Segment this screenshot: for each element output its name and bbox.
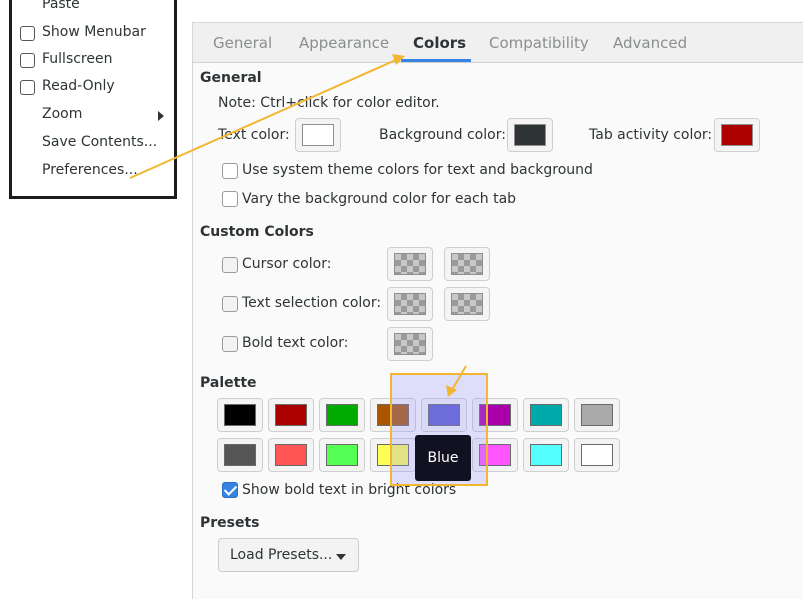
palette-normal-color-0-button[interactable]: [217, 398, 263, 432]
palette-normal-color-7-button[interactable]: [574, 398, 620, 432]
palette-normal-color-1-swatch: [275, 404, 307, 426]
palette-bright-color-6-button[interactable]: [523, 438, 569, 472]
tab-general[interactable]: General: [213, 34, 272, 52]
tab-colors[interactable]: Colors: [413, 34, 466, 52]
color-editor-note: Note: Ctrl+click for color editor.: [218, 95, 440, 111]
context-menu: Paste Show Menubar Fullscreen Read-Only …: [9, 0, 177, 199]
use-system-colors-label: Use system theme colors for text and bac…: [242, 162, 593, 178]
cursor-color-checkbox[interactable]: [222, 257, 238, 273]
presets-heading: Presets: [200, 515, 260, 531]
bold-color-checkbox[interactable]: [222, 336, 238, 352]
menu-item-label: Show Menubar: [42, 24, 146, 40]
palette-bright-color-7-button[interactable]: [574, 438, 620, 472]
preferences-panel: General Appearance Colors Compatibility …: [192, 22, 803, 599]
tab-appearance[interactable]: Appearance: [299, 34, 389, 52]
selection-background-swatch: [451, 293, 483, 315]
read-only-checkbox[interactable]: [20, 80, 35, 95]
custom-colors-heading: Custom Colors: [200, 224, 314, 240]
cursor-background-swatch: [451, 253, 483, 275]
palette-bright-color-1-button[interactable]: [268, 438, 314, 472]
bold-color-label: Bold text color:: [242, 335, 349, 351]
palette-normal-color-6-button[interactable]: [523, 398, 569, 432]
load-presets-label: Load Presets...: [230, 547, 333, 563]
palette-bright-color-0-swatch: [224, 444, 256, 466]
selection-foreground-swatch: [394, 293, 426, 315]
menu-item-label: Zoom: [42, 106, 83, 122]
color-tooltip: Blue: [415, 435, 471, 481]
palette-bright-color-6-swatch: [530, 444, 562, 466]
bold-color-button[interactable]: [387, 327, 433, 361]
palette-bright-color-0-button[interactable]: [217, 438, 263, 472]
background-color-swatch: [514, 124, 546, 146]
palette-normal-color-2-swatch: [326, 404, 358, 426]
use-system-colors-checkbox[interactable]: [222, 163, 238, 179]
menu-item-label: Fullscreen: [42, 51, 113, 67]
palette-normal-color-7-swatch: [581, 404, 613, 426]
cursor-foreground-swatch: [394, 253, 426, 275]
selection-color-checkbox[interactable]: [222, 296, 238, 312]
background-color-label: Background color:: [379, 127, 506, 143]
palette-bright-color-2-button[interactable]: [319, 438, 365, 472]
dropdown-caret-icon: [336, 554, 346, 560]
show-menubar-checkbox[interactable]: [20, 26, 35, 41]
active-tab-indicator: [401, 59, 471, 62]
menu-item-paste[interactable]: Paste: [12, 0, 174, 19]
menu-item-label: Save Contents...: [42, 134, 158, 150]
tab-activity-color-button[interactable]: [714, 118, 760, 152]
cursor-background-button[interactable]: [444, 247, 490, 281]
menu-item-label: Paste: [42, 0, 80, 12]
menu-item-zoom[interactable]: Zoom: [12, 102, 174, 129]
tab-bar: General Appearance Colors Compatibility …: [193, 23, 803, 63]
menu-item-preferences[interactable]: Preferences...: [12, 158, 174, 185]
submenu-arrow-icon: [158, 111, 164, 121]
tab-advanced[interactable]: Advanced: [613, 34, 687, 52]
cursor-foreground-button[interactable]: [387, 247, 433, 281]
text-color-label: Text color:: [218, 127, 290, 143]
palette-normal-color-0-swatch: [224, 404, 256, 426]
fullscreen-checkbox[interactable]: [20, 53, 35, 68]
tab-activity-color-swatch: [721, 124, 753, 146]
palette-heading: Palette: [200, 375, 257, 391]
menu-item-read-only[interactable]: Read-Only: [12, 74, 174, 101]
selection-background-button[interactable]: [444, 287, 490, 321]
menu-item-show-menubar[interactable]: Show Menubar: [12, 20, 174, 47]
palette-bright-color-2-swatch: [326, 444, 358, 466]
menu-item-label: Read-Only: [42, 78, 115, 94]
context-menu-body: Paste Show Menubar Fullscreen Read-Only …: [12, 0, 174, 196]
vary-background-label: Vary the background color for each tab: [242, 191, 517, 207]
background-color-button[interactable]: [507, 118, 553, 152]
selection-color-label: Text selection color:: [242, 295, 382, 311]
load-presets-button[interactable]: Load Presets...: [218, 538, 359, 572]
menu-item-save-contents[interactable]: Save Contents...: [12, 130, 174, 157]
palette-normal-color-6-swatch: [530, 404, 562, 426]
bold-color-swatch: [394, 333, 426, 355]
vary-background-checkbox[interactable]: [222, 191, 238, 207]
selection-foreground-button[interactable]: [387, 287, 433, 321]
text-color-button[interactable]: [295, 118, 341, 152]
palette-normal-color-1-button[interactable]: [268, 398, 314, 432]
palette-normal-color-2-button[interactable]: [319, 398, 365, 432]
tab-activity-color-label: Tab activity color:: [589, 127, 713, 143]
palette-bright-color-1-swatch: [275, 444, 307, 466]
cursor-color-label: Cursor color:: [242, 256, 332, 272]
bright-bold-checkbox[interactable]: [222, 482, 238, 498]
text-color-swatch: [302, 124, 334, 146]
general-heading: General: [200, 70, 262, 86]
palette-bright-color-7-swatch: [581, 444, 613, 466]
tab-compatibility[interactable]: Compatibility: [489, 34, 589, 52]
menu-item-label: Preferences...: [42, 162, 138, 178]
menu-item-fullscreen[interactable]: Fullscreen: [12, 47, 174, 74]
